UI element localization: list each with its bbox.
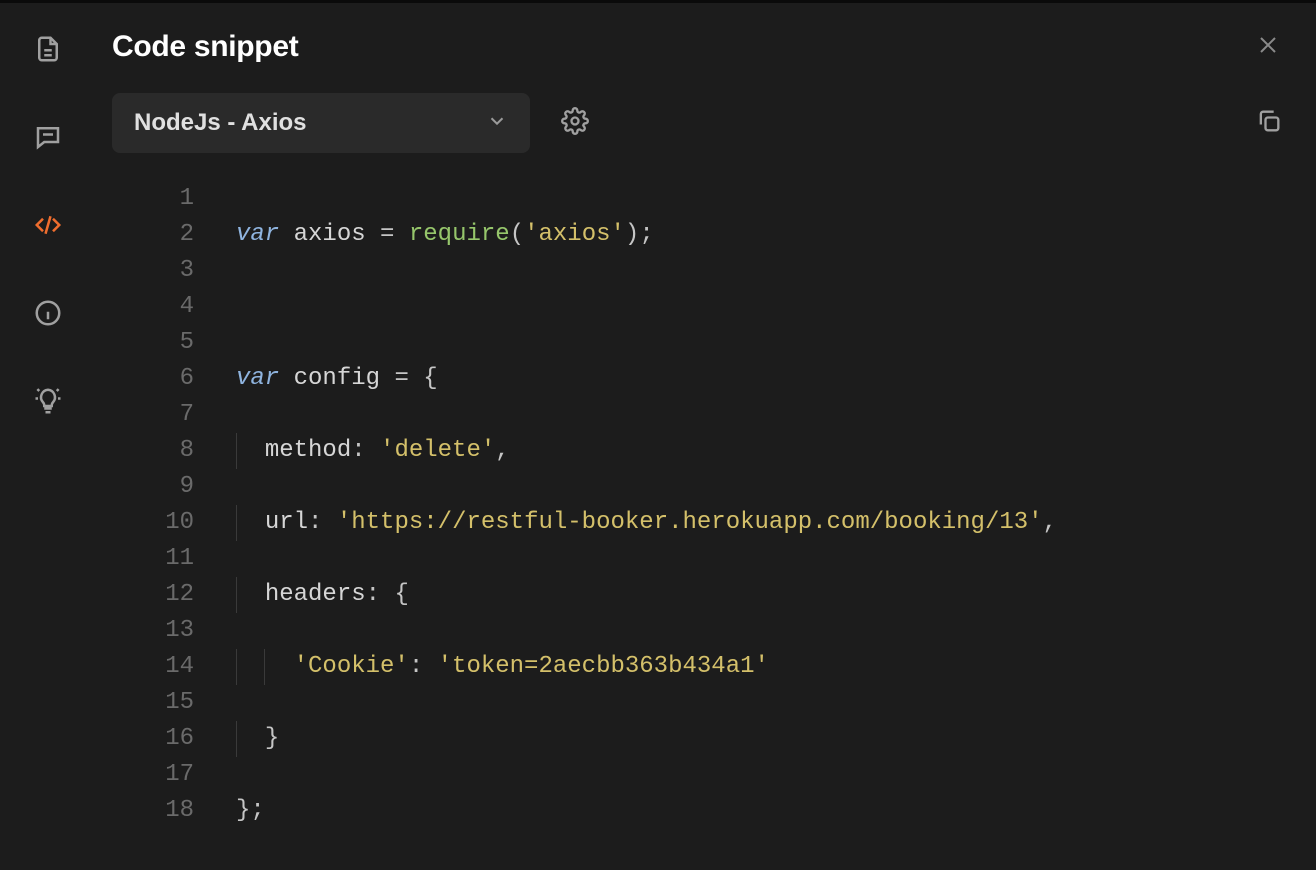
tab-code[interactable] <box>30 209 66 245</box>
panel-title: Code snippet <box>112 30 298 64</box>
tab-comment[interactable] <box>30 121 66 157</box>
chevron-down-icon <box>486 110 508 137</box>
settings-button[interactable] <box>556 104 594 142</box>
comment-icon <box>33 122 63 157</box>
copy-icon <box>1255 107 1283 140</box>
code-content: var axios = require('axios'); var config… <box>200 181 1057 870</box>
close-button[interactable] <box>1248 27 1288 67</box>
main-panel: Code snippet NodeJs - Axios <box>96 3 1316 870</box>
copy-button[interactable] <box>1250 104 1288 142</box>
sidebar <box>0 3 96 870</box>
document-icon <box>33 34 63 69</box>
lightbulb-icon <box>33 386 63 421</box>
tab-document[interactable] <box>30 33 66 69</box>
language-select-label: NodeJs - Axios <box>134 109 307 137</box>
tab-hint[interactable] <box>30 385 66 421</box>
close-icon <box>1256 33 1280 62</box>
code-editor[interactable]: 123456789101112131415161718 var axios = … <box>112 181 1288 870</box>
tab-info[interactable] <box>30 297 66 333</box>
code-icon <box>33 210 63 245</box>
language-select[interactable]: NodeJs - Axios <box>112 93 530 153</box>
line-gutter: 123456789101112131415161718 <box>130 181 200 870</box>
gear-icon <box>561 107 589 140</box>
info-icon <box>33 298 63 333</box>
